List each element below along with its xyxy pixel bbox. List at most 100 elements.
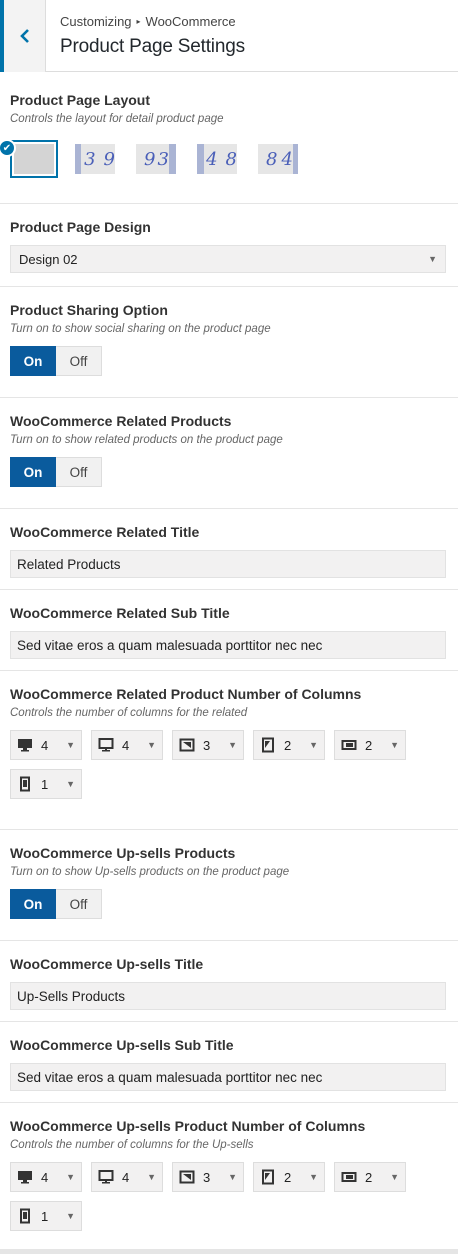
columns-select-mobile-portrait[interactable]: 1 ▼	[10, 769, 82, 799]
related-off-button[interactable]: Off	[56, 457, 102, 487]
upsells-title-section: WooCommerce Up-sells Title Up-Sells Prod…	[0, 941, 458, 1022]
related-title-section: WooCommerce Related Title Related Produc…	[0, 509, 458, 590]
columns-select-mobile-landscape[interactable]: 2 ▼	[334, 1162, 406, 1192]
layout-options: 39 93 48 84	[10, 140, 446, 178]
related-section: WooCommerce Related Products Turn on to …	[0, 398, 458, 509]
upsells-columns-selects: 4 ▼ 4 ▼ 3 ▼ 2 ▼ 2 ▼ 1 ▼	[10, 1162, 446, 1231]
desktop-icon	[98, 737, 114, 753]
upsells-title: WooCommerce Up-sells Products	[10, 845, 236, 861]
chevron-down-icon: ▼	[309, 740, 318, 750]
tablet-landscape-icon	[179, 1169, 195, 1185]
chevron-down-icon: ▼	[228, 1172, 237, 1182]
chevron-down-icon: ▼	[147, 1172, 156, 1182]
mobile-portrait-icon	[17, 1208, 33, 1224]
upsells-off-button[interactable]: Off	[56, 889, 102, 919]
layout-option-9-3[interactable]: 93	[132, 140, 180, 178]
desktop-large-icon	[17, 737, 33, 753]
sharing-description: Turn on to show social sharing on the pr…	[10, 323, 271, 335]
chevron-down-icon: ▼	[66, 1172, 75, 1182]
sharing-section: Product Sharing Option Turn on to show s…	[0, 287, 458, 398]
mobile-portrait-icon	[17, 776, 33, 792]
chevron-left-icon	[19, 29, 29, 43]
upsells-subtitle-input[interactable]: Sed vitae eros a quam malesuada porttito…	[10, 1063, 446, 1091]
columns-select-tablet-landscape[interactable]: 3 ▼	[172, 1162, 244, 1192]
mobile-landscape-icon	[341, 737, 357, 753]
upsells-columns-title: WooCommerce Up-sells Product Number of C…	[10, 1118, 366, 1134]
upsells-subtitle-section: WooCommerce Up-sells Sub Title Sed vitae…	[0, 1022, 458, 1103]
upsells-toggle: On Off	[10, 889, 102, 919]
columns-select-tablet-portrait[interactable]: 2 ▼	[253, 730, 325, 760]
sharing-title: Product Sharing Option	[10, 302, 168, 318]
chevron-down-icon: ▼	[66, 779, 75, 789]
layout-section: Product Page Layout Controls the layout …	[0, 72, 458, 204]
mobile-landscape-icon	[341, 1169, 357, 1185]
breadcrumb-child: WooCommerce	[145, 14, 236, 29]
layout-bar	[292, 144, 298, 174]
chevron-down-icon: ▼	[390, 740, 399, 750]
chevron-down-icon: ▼	[228, 740, 237, 750]
sharing-off-button[interactable]: Off	[56, 346, 102, 376]
related-title: WooCommerce Related Products	[10, 413, 232, 429]
upsells-subtitle-label: WooCommerce Up-sells Sub Title	[10, 1037, 234, 1053]
design-select-value: Design 02	[19, 251, 78, 267]
layout-option-3-9[interactable]: 39	[71, 140, 119, 178]
columns-select-desktop[interactable]: 4 ▼	[91, 730, 163, 760]
tablet-landscape-icon	[179, 737, 195, 753]
layout-bar	[75, 144, 82, 174]
design-select[interactable]: Design 02 ▼	[10, 245, 446, 273]
design-title: Product Page Design	[10, 219, 151, 235]
related-description: Turn on to show related products on the …	[10, 434, 283, 446]
tablet-portrait-icon	[260, 737, 276, 753]
upsells-title-label: WooCommerce Up-sells Title	[10, 956, 204, 972]
chevron-down-icon: ▼	[66, 740, 75, 750]
related-columns-title: WooCommerce Related Product Number of Co…	[10, 686, 362, 702]
design-section: Product Page Design Design 02 ▼	[0, 204, 458, 287]
back-button[interactable]	[0, 0, 46, 72]
chevron-down-icon: ▼	[428, 254, 437, 264]
breadcrumb: Customizing ▸ WooCommerce	[60, 14, 245, 29]
breadcrumb-separator-icon: ▸	[136, 17, 141, 26]
related-title-input[interactable]: Related Products	[10, 550, 446, 578]
desktop-icon	[98, 1169, 114, 1185]
chevron-down-icon: ▼	[66, 1211, 75, 1221]
chevron-down-icon: ▼	[390, 1172, 399, 1182]
breadcrumb-parent: Customizing	[60, 14, 132, 29]
related-toggle: On Off	[10, 457, 102, 487]
columns-select-mobile-portrait[interactable]: 1 ▼	[10, 1201, 82, 1231]
related-columns-selects: 4 ▼ 4 ▼ 3 ▼ 2 ▼ 2 ▼ 1 ▼	[10, 730, 446, 799]
chevron-down-icon: ▼	[309, 1172, 318, 1182]
page-title: Product Page Settings	[60, 36, 245, 57]
upsells-description: Turn on to show Up-sells products on the…	[10, 866, 290, 878]
related-subtitle-section: WooCommerce Related Sub Title Sed vitae …	[0, 590, 458, 671]
columns-select-tablet-portrait[interactable]: 2 ▼	[253, 1162, 325, 1192]
upsells-columns-description: Controls the number of columns for the U…	[10, 1139, 254, 1151]
sharing-on-button[interactable]: On	[10, 346, 56, 376]
layout-description: Controls the layout for detail product p…	[10, 113, 224, 125]
layout-option-8-4[interactable]: 84	[254, 140, 302, 178]
tablet-portrait-icon	[260, 1169, 276, 1185]
upsells-columns-section: WooCommerce Up-sells Product Number of C…	[0, 1103, 458, 1254]
columns-select-tablet-landscape[interactable]: 3 ▼	[172, 730, 244, 760]
columns-select-mobile-landscape[interactable]: 2 ▼	[334, 730, 406, 760]
layout-bar	[197, 144, 205, 174]
layout-bar	[168, 144, 176, 174]
upsells-title-input[interactable]: Up-Sells Products	[10, 982, 446, 1010]
related-subtitle-input[interactable]: Sed vitae eros a quam malesuada porttito…	[10, 631, 446, 659]
desktop-large-icon	[17, 1169, 33, 1185]
header-text: Customizing ▸ WooCommerce Product Page S…	[60, 14, 245, 58]
sharing-toggle: On Off	[10, 346, 102, 376]
upsells-on-button[interactable]: On	[10, 889, 56, 919]
chevron-down-icon: ▼	[147, 740, 156, 750]
columns-select-desktop-large[interactable]: 4 ▼	[10, 1162, 82, 1192]
layout-title: Product Page Layout	[10, 92, 151, 108]
customizer-header: Customizing ▸ WooCommerce Product Page S…	[0, 0, 458, 72]
layout-option-full[interactable]	[10, 140, 58, 178]
related-columns-description: Controls the number of columns for the r…	[10, 707, 248, 719]
columns-select-desktop-large[interactable]: 4 ▼	[10, 730, 82, 760]
layout-option-4-8[interactable]: 48	[193, 140, 241, 178]
upsells-section: WooCommerce Up-sells Products Turn on to…	[0, 830, 458, 941]
related-columns-section: WooCommerce Related Product Number of Co…	[0, 671, 458, 830]
related-subtitle-label: WooCommerce Related Sub Title	[10, 605, 230, 621]
columns-select-desktop[interactable]: 4 ▼	[91, 1162, 163, 1192]
related-on-button[interactable]: On	[10, 457, 56, 487]
